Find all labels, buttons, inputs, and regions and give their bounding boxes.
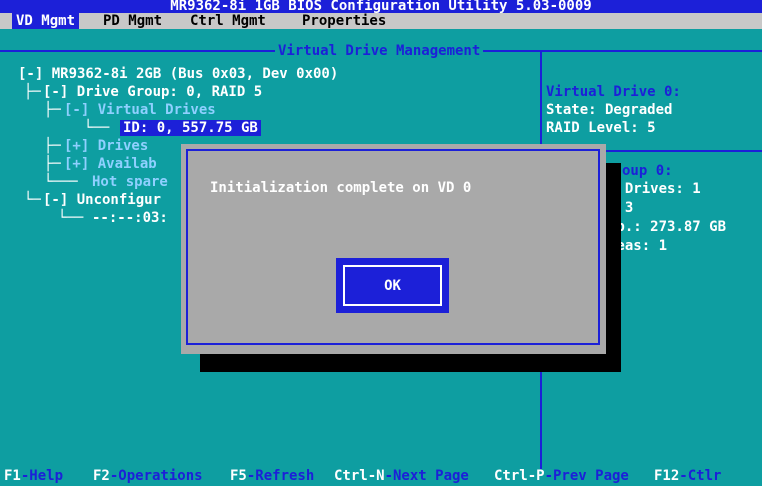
help-ctrl-p: Ctrl-P-Prev Page bbox=[494, 468, 629, 484]
tree-hot-spare[interactable]: Hot spare bbox=[92, 174, 168, 190]
menu-ctrl-mgmt[interactable]: Ctrl Mgmt bbox=[190, 13, 266, 29]
menu-properties[interactable]: Properties bbox=[302, 13, 386, 29]
dg-drives: l Drives: 1 bbox=[608, 181, 701, 197]
vd-info-heading: Virtual Drive 0: bbox=[546, 84, 681, 100]
tree-branch-icon: └─ bbox=[24, 192, 41, 208]
tree-branch-icon: ├─ bbox=[44, 156, 61, 172]
tree-branch-icon: └── bbox=[84, 120, 110, 136]
panel-title: Virtual Drive Management bbox=[275, 43, 484, 59]
tree-branch-icon: └─── bbox=[44, 174, 78, 190]
tree-branch-icon: ├─ bbox=[24, 84, 41, 100]
help-ctrl-n: Ctrl-N-Next Page bbox=[334, 468, 469, 484]
dg-capacity: ap.: 273.87 GB bbox=[608, 219, 727, 235]
vd-state: State: Degraded bbox=[546, 102, 673, 118]
ok-button[interactable]: OK bbox=[336, 258, 449, 313]
tree-unconf-item[interactable]: --:--:03: bbox=[92, 210, 168, 226]
tree-vd-item[interactable]: ID: 0, 557.75 GB bbox=[120, 120, 261, 136]
tree-drives[interactable]: [+] Drives bbox=[64, 138, 148, 154]
window-title: MR9362-8i 1GB BIOS Configuration Utility… bbox=[170, 0, 592, 14]
dialog-border bbox=[186, 149, 600, 345]
tree-controller[interactable]: [-] MR9362-8i 2GB (Bus 0x03, Dev 0x00) bbox=[18, 66, 338, 82]
help-f12: F12-Ctlr bbox=[654, 468, 722, 484]
tree-branch-icon: ├─ bbox=[44, 138, 61, 154]
tree-virtual-drives[interactable]: [-] Virtual Drives bbox=[64, 102, 216, 118]
menu-pd-mgmt[interactable]: PD Mgmt bbox=[103, 13, 162, 29]
dg-info-heading: oup 0: bbox=[622, 163, 673, 179]
help-f1: F1-Help bbox=[4, 468, 64, 484]
help-f5: F5-Refresh bbox=[230, 468, 315, 484]
vd-raid-level: RAID Level: 5 bbox=[546, 120, 656, 136]
tree-unconfigured[interactable]: [-] Unconfigur bbox=[43, 192, 161, 208]
tree-drive-group[interactable]: [-] Drive Group: 0, RAID 5 bbox=[43, 84, 262, 100]
tree-available[interactable]: [+] Availab bbox=[64, 156, 157, 172]
tree-branch-icon: ├─ bbox=[44, 102, 61, 118]
tree-branch-icon: └── bbox=[58, 210, 84, 226]
dialog-message: Initialization complete on VD 0 bbox=[210, 180, 472, 196]
menu-vd-mgmt[interactable]: VD Mgmt bbox=[12, 13, 80, 29]
ok-button-label: OK bbox=[343, 265, 442, 306]
help-f2: F2-Operations bbox=[93, 468, 203, 484]
bios-screen: MR9362-8i 1GB BIOS Configuration Utility… bbox=[0, 0, 762, 486]
